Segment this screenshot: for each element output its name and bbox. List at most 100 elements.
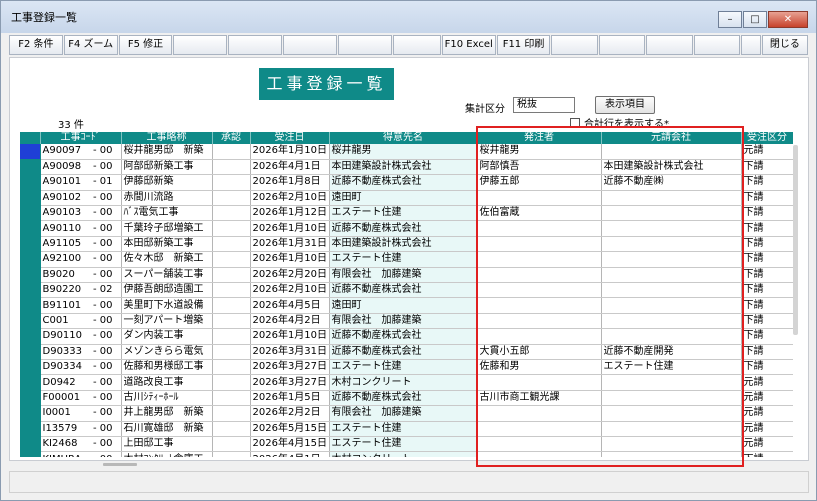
cell-order-type[interactable]: 下請 <box>741 205 793 222</box>
cell-approval[interactable] <box>212 144 251 160</box>
row-selector[interactable] <box>20 282 41 299</box>
cell-customer[interactable]: エステート住建 <box>329 205 478 222</box>
cell-code[interactable]: A91105 - 00 <box>40 236 122 253</box>
cell-order-type[interactable]: 下請 <box>741 297 793 314</box>
f7-button[interactable] <box>228 35 282 55</box>
cell-approval[interactable] <box>212 236 251 253</box>
table-row[interactable]: KIMURA- 00木村ｺﾝｸﾘｰﾄ倉庫工2026年4月1日木村コンクリート下請 <box>20 451 793 457</box>
blank-button-1[interactable] <box>598 35 646 55</box>
cell-order-type[interactable]: 下請 <box>741 236 793 253</box>
cell-contractor[interactable] <box>601 205 742 222</box>
show-totals-checkbox[interactable] <box>570 117 580 128</box>
cell-code[interactable]: KIMURA- 00 <box>40 451 122 457</box>
cell-date[interactable]: 2026年4月1日 <box>250 159 330 176</box>
cell-date[interactable]: 2026年3月31日 <box>250 344 330 360</box>
cell-customer[interactable]: 近藤不動産株式会社 <box>329 390 478 407</box>
cell-name[interactable]: 一刻アパート増築 <box>121 313 213 330</box>
cell-name[interactable]: 伊藤邸新築 <box>121 174 213 191</box>
cell-name[interactable]: 井上龍男邸 新築 <box>121 405 213 422</box>
cell-name[interactable]: 美里町下水道設備 <box>121 297 213 314</box>
row-selector[interactable] <box>20 159 41 176</box>
cell-name[interactable]: 本田邸新築工事 <box>121 236 213 253</box>
cell-name[interactable]: 石川寛雄邸 新築 <box>121 421 213 437</box>
cell-contractor[interactable] <box>601 436 742 453</box>
cell-customer[interactable]: 木村コンクリート <box>329 374 478 391</box>
cell-approval[interactable] <box>212 451 251 457</box>
aggregate-input[interactable]: 税抜 <box>513 97 575 113</box>
cell-name[interactable]: ﾊﾞｽ電気工事 <box>121 205 213 222</box>
cell-approval[interactable] <box>212 159 251 176</box>
cell-order-type[interactable]: 下請 <box>741 190 793 207</box>
cell-contractor[interactable] <box>601 374 742 391</box>
cell-contractor[interactable] <box>601 405 742 422</box>
cell-date[interactable]: 2026年4月2日 <box>250 313 330 330</box>
cell-code[interactable]: B91101 - 00 <box>40 297 122 314</box>
cell-date[interactable]: 2026年4月15日 <box>250 436 330 453</box>
cell-order-type[interactable]: 元請 <box>741 144 793 160</box>
cell-code[interactable]: A90110 - 00 <box>40 220 122 237</box>
cell-name[interactable]: 伊藤吾朗邸造園工 <box>121 282 213 299</box>
cell-name[interactable]: 赤間川流路 <box>121 190 213 207</box>
cell-contractor[interactable]: 本田建築設計株式会社 <box>601 159 742 176</box>
cell-approval[interactable] <box>212 282 251 299</box>
table-row[interactable]: A92100 - 00 佐々木邸 新築工 2026年1月10日 エステート住建 下請 <box>20 251 793 268</box>
cell-approval[interactable] <box>212 220 251 237</box>
cell-order-type[interactable]: 元請 <box>741 390 793 407</box>
cell-orderer[interactable] <box>477 313 602 330</box>
table-row[interactable]: B9020 - 00 スーパー舗装工事 2026年2月20日 有限会社 加藤建築 下請 <box>20 267 793 284</box>
table-row[interactable]: D0942 - 00 道路改良工事 2026年3月27日 木村コンクリート 元請 <box>20 374 793 391</box>
cell-orderer[interactable] <box>477 282 602 299</box>
f6-button[interactable] <box>173 35 228 55</box>
cell-code[interactable]: D90110 - 00 <box>40 328 122 345</box>
cell-code[interactable]: C001 - 00 <box>40 313 122 330</box>
f9-button[interactable] <box>337 35 392 55</box>
cell-code[interactable]: A92100 - 00 <box>40 251 122 268</box>
table-row[interactable]: D90334- 00 佐藤和男様邸工事 2026年3月27日 エステート住建 佐藤和男エ… <box>20 359 793 376</box>
cell-name[interactable]: ダン内装工事 <box>121 328 213 345</box>
cell-code[interactable]: A90103 - 00 <box>40 205 122 222</box>
cell-customer[interactable]: エステート住建 <box>329 251 478 268</box>
row-selector[interactable] <box>20 374 41 391</box>
row-selector[interactable] <box>20 267 41 284</box>
cell-approval[interactable] <box>212 405 251 422</box>
cell-date[interactable]: 2026年1月10日 <box>250 220 330 237</box>
cell-date[interactable]: 2026年4月1日 <box>250 451 330 457</box>
table-row[interactable]: A90110 - 00 千葉玲子邸増築工 2026年1月10日 近藤不動産株式会社 下請 <box>20 220 793 237</box>
blank-button-4[interactable] <box>741 35 761 55</box>
table-row[interactable]: A90101 - 01 伊藤邸新築 2026年1月8日 近藤不動産株式会社 伊藤五郎 近藤不… <box>20 174 793 191</box>
f11-print-button[interactable]: F11 印刷 <box>496 35 551 55</box>
cell-code[interactable]: KI2468 - 00 <box>40 436 122 453</box>
cell-order-type[interactable]: 下請 <box>741 267 793 284</box>
row-selector[interactable] <box>20 236 41 253</box>
cell-orderer[interactable] <box>477 267 602 284</box>
header-date[interactable]: 受注日 <box>250 132 330 144</box>
cell-contractor[interactable] <box>601 144 742 160</box>
cell-code[interactable]: D90334 - 00 <box>40 359 122 376</box>
cell-date[interactable]: 2026年3月27日 <box>250 374 330 391</box>
cell-date[interactable]: 2026年1月10日 <box>250 251 330 268</box>
cell-contractor[interactable]: エステート住建 <box>601 359 742 376</box>
cell-approval[interactable] <box>212 390 251 407</box>
row-selector[interactable] <box>20 190 41 207</box>
row-selector[interactable] <box>20 174 41 191</box>
cell-customer[interactable]: 遠田町 <box>329 190 478 207</box>
row-selector[interactable] <box>20 251 41 268</box>
cell-code[interactable]: A90098 - 00 <box>40 159 122 176</box>
cell-customer[interactable]: 近藤不動産株式会社 <box>329 282 478 299</box>
cell-orderer[interactable]: 佐藤和男 <box>477 359 602 376</box>
cell-customer[interactable]: 近藤不動産株式会社 <box>329 328 478 345</box>
cell-date[interactable]: 2026年2月10日 <box>250 190 330 207</box>
cell-customer[interactable]: 近藤不動産株式会社 <box>329 344 478 360</box>
cell-customer[interactable]: 有限会社 加藤建築 <box>329 267 478 284</box>
cell-orderer[interactable] <box>477 220 602 237</box>
cell-name[interactable]: 千葉玲子邸増築工 <box>121 220 213 237</box>
cell-approval[interactable] <box>212 328 251 345</box>
cell-customer[interactable]: 桜井龍男 <box>329 144 478 160</box>
table-row[interactable]: B90220 - 02 伊藤吾朗邸造園工 2026年2月10日 近藤不動産株式会社 下請 <box>20 282 793 299</box>
cell-order-type[interactable]: 元請 <box>741 374 793 391</box>
table-row[interactable]: D90333 - 00 メゾンきらら電気 2026年3月31日 近藤不動産株式会社 大貫小… <box>20 344 793 360</box>
horizontal-scrollbar[interactable] <box>103 463 137 466</box>
cell-code[interactable]: D0942 - 00 <box>40 374 122 391</box>
cell-orderer[interactable] <box>477 436 602 453</box>
cell-orderer[interactable]: 古川市商工観光課 <box>477 390 602 407</box>
